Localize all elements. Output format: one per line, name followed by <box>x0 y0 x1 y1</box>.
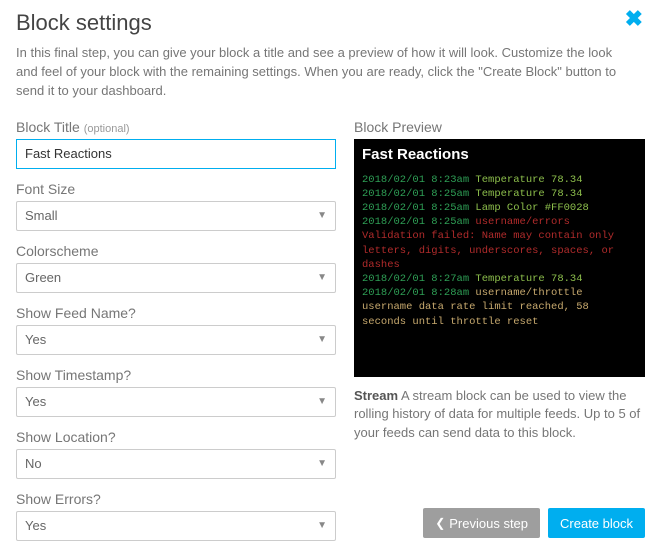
preview-panel: Block Preview Fast Reactions 2018/02/01 … <box>354 119 645 553</box>
close-icon[interactable]: ✖ <box>625 6 643 32</box>
preview-line: 2018/02/01 8:25am Lamp Color #FF0028 <box>362 201 637 215</box>
show-location-label: Show Location? <box>16 429 336 445</box>
stream-bold: Stream <box>354 388 398 403</box>
font-size-value: Small <box>25 208 58 223</box>
preview-line: 2018/02/01 8:25am username/errors <box>362 215 637 229</box>
preview-line: username data rate limit reached, 58 sec… <box>362 300 637 328</box>
show-feed-name-label: Show Feed Name? <box>16 305 336 321</box>
show-feed-name-value: Yes <box>25 332 46 347</box>
create-block-button[interactable]: Create block <box>548 508 645 538</box>
preview-line: 2018/02/01 8:28am username/throttle <box>362 286 637 300</box>
block-title-label: Block Title (optional) <box>16 119 336 135</box>
footer-buttons: ❮ Previous step Create block <box>423 508 645 538</box>
block-title-label-text: Block Title <box>16 119 80 135</box>
previous-step-label: Previous step <box>449 516 528 531</box>
page-title: Block settings <box>16 10 645 36</box>
preview-label: Block Preview <box>354 119 645 135</box>
show-location-value: No <box>25 456 42 471</box>
preview-line: 2018/02/01 8:27am Temperature 78.34 <box>362 272 637 286</box>
show-errors-value: Yes <box>25 518 46 533</box>
show-timestamp-label: Show Timestamp? <box>16 367 336 383</box>
previous-step-button[interactable]: ❮ Previous step <box>423 508 540 538</box>
caret-down-icon: ▼ <box>317 210 327 221</box>
preview-line: Validation failed: Name may contain only… <box>362 229 637 272</box>
caret-down-icon: ▼ <box>317 520 327 531</box>
font-size-select[interactable]: Small ▼ <box>16 201 336 231</box>
settings-form: Block Title (optional) Font Size Small ▼… <box>16 119 336 553</box>
colorscheme-label: Colorscheme <box>16 243 336 259</box>
show-timestamp-value: Yes <box>25 394 46 409</box>
show-location-select[interactable]: No ▼ <box>16 449 336 479</box>
block-preview: Fast Reactions 2018/02/01 8:23am Tempera… <box>354 139 645 377</box>
caret-down-icon: ▼ <box>317 272 327 283</box>
font-size-label: Font Size <box>16 181 336 197</box>
show-errors-label: Show Errors? <box>16 491 336 507</box>
chevron-left-icon: ❮ <box>435 516 445 530</box>
preview-line: 2018/02/01 8:23am Temperature 78.34 <box>362 173 637 187</box>
preview-line: 2018/02/01 8:25am Temperature 78.34 <box>362 187 637 201</box>
stream-description: Stream A stream block can be used to vie… <box>354 387 645 444</box>
caret-down-icon: ▼ <box>317 458 327 469</box>
create-block-label: Create block <box>560 516 633 531</box>
show-errors-select[interactable]: Yes ▼ <box>16 511 336 541</box>
preview-title: Fast Reactions <box>362 145 637 165</box>
show-timestamp-select[interactable]: Yes ▼ <box>16 387 336 417</box>
block-title-input[interactable] <box>16 139 336 169</box>
colorscheme-select[interactable]: Green ▼ <box>16 263 336 293</box>
colorscheme-value: Green <box>25 270 61 285</box>
page-description: In this final step, you can give your bl… <box>16 44 636 101</box>
show-feed-name-select[interactable]: Yes ▼ <box>16 325 336 355</box>
caret-down-icon: ▼ <box>317 396 327 407</box>
caret-down-icon: ▼ <box>317 334 327 345</box>
block-title-optional: (optional) <box>84 123 130 135</box>
